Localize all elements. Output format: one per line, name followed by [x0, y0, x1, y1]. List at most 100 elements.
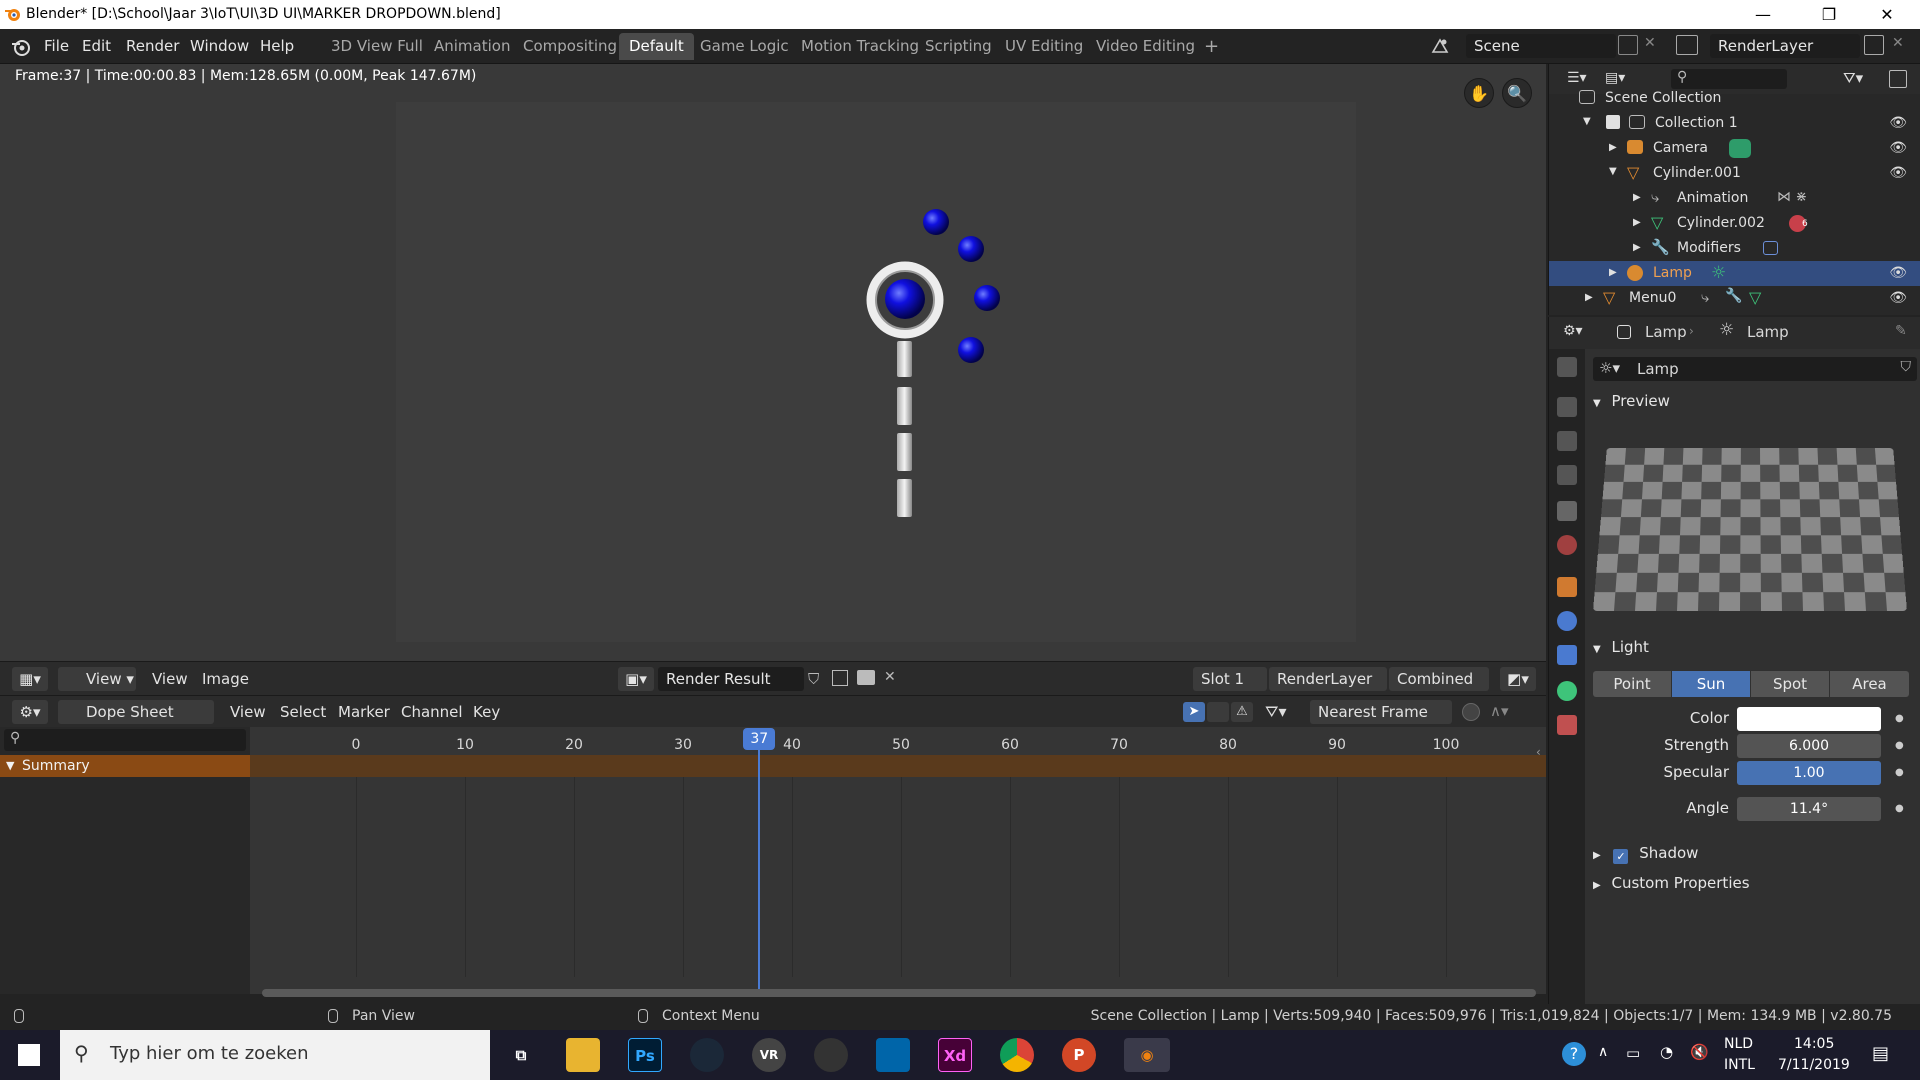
blender-taskbar-icon[interactable]: ◉	[1124, 1038, 1170, 1072]
shadow-checkbox[interactable]: ✓	[1613, 849, 1629, 864]
outliner-row-collection-1[interactable]: ▼ Collection 1 👁	[1549, 111, 1920, 136]
zoom-icon[interactable]: 🔍	[1502, 78, 1532, 108]
close-button[interactable]: ✕	[1858, 0, 1916, 29]
render-layer-selector[interactable]: RenderLayer	[1710, 34, 1860, 58]
dopesheet-body[interactable]: ⚲ ▼ Summary 0 10 20 30 40 50 60 70 80 90 100 37 ‹	[0, 727, 1546, 997]
vscode-icon[interactable]	[876, 1038, 910, 1072]
photoshop-icon[interactable]: Ps	[628, 1038, 662, 1072]
light-type-point[interactable]: Point	[1593, 671, 1671, 697]
sidebar-toggle-icon[interactable]: ‹	[1536, 745, 1541, 759]
keyframe-dot-icon[interactable]: ●	[1895, 803, 1904, 814]
only-errors-icon[interactable]: ⚠	[1231, 702, 1253, 722]
expand-arrow-icon[interactable]: ▶	[1585, 292, 1593, 303]
light-panel-header[interactable]: ▼ Light	[1593, 633, 1913, 661]
volume-muted-icon[interactable]: 🔇	[1690, 1043, 1709, 1061]
only-selected-icon[interactable]: ➤	[1183, 702, 1205, 722]
menu-help[interactable]: Help	[260, 37, 294, 55]
expand-arrow-icon[interactable]: ▶	[1633, 217, 1641, 228]
menu-render[interactable]: Render	[126, 37, 179, 55]
workspace-tab-compositing[interactable]: Compositing	[513, 33, 627, 60]
scene-tab-icon[interactable]	[1557, 501, 1577, 521]
render-viewport[interactable]: Frame:37 | Time:00:00.83 | Mem:128.65M (…	[0, 64, 1546, 661]
scene-selector[interactable]: Scene	[1466, 34, 1616, 58]
light-type-spot[interactable]: Spot	[1751, 671, 1829, 697]
windows-start-icon[interactable]	[18, 1044, 40, 1066]
expand-arrow-icon[interactable]: ▶	[1609, 142, 1617, 153]
workspace-tab-3d-view-full[interactable]: 3D View Full	[321, 33, 433, 60]
display-mode-icon[interactable]: ▤▾	[1605, 70, 1625, 86]
task-view-icon[interactable]: ⧉	[504, 1038, 538, 1072]
light-type-sun[interactable]: Sun	[1672, 671, 1750, 697]
fake-user-shield-icon[interactable]: ⛉	[1901, 359, 1912, 375]
outliner-row-animation[interactable]: ▶ ⤷ Animation ⋈ ⋇	[1549, 186, 1920, 211]
delete-scene-icon[interactable]: ✕	[1644, 35, 1656, 51]
preview-panel-header[interactable]: ▼ Preview	[1593, 387, 1913, 415]
blender-menu-icon[interactable]	[10, 36, 32, 58]
delete-view-layer-icon[interactable]: ✕	[1892, 35, 1904, 51]
clock-date[interactable]: 7/11/2019	[1778, 1057, 1850, 1073]
eye-icon[interactable]: 👁	[1889, 115, 1907, 131]
powerpoint-icon[interactable]: P	[1062, 1038, 1096, 1072]
image-browse-icon[interactable]: ▣▾	[618, 667, 654, 691]
adobe-xd-icon[interactable]: Xd	[938, 1038, 972, 1072]
menu-view[interactable]: View	[230, 703, 266, 721]
render-tab-icon[interactable]	[1557, 397, 1577, 417]
camera-data-icon[interactable]	[1729, 139, 1751, 158]
open-image-icon[interactable]	[857, 670, 875, 685]
outliner-row-cylinder-002[interactable]: ▶ ▽ Cylinder.002 6	[1549, 211, 1920, 236]
light-type-area[interactable]: Area	[1830, 671, 1909, 697]
unlink-image-icon[interactable]: ✕	[884, 669, 896, 685]
pin-icon[interactable]: ✎	[1895, 323, 1907, 339]
menu-image[interactable]: Image	[202, 670, 249, 688]
wrench-icon[interactable]: 🔧	[1725, 288, 1742, 304]
editor-type-icon[interactable]: ⚙▾	[12, 700, 48, 724]
network-icon[interactable]: ◔	[1660, 1043, 1673, 1061]
channel-search-input[interactable]: ⚲	[4, 729, 246, 751]
constraints-tab-icon[interactable]	[1557, 645, 1577, 665]
menu-channel[interactable]: Channel	[401, 703, 463, 721]
clock-time[interactable]: 14:05	[1794, 1036, 1834, 1052]
image-name-field[interactable]: Render Result	[658, 667, 804, 691]
sun-light-icon[interactable]: ☼	[1711, 263, 1726, 283]
fake-user-shield-icon[interactable]: ⛉	[808, 670, 819, 688]
expand-arrow-icon[interactable]: ▶	[1633, 192, 1641, 203]
menu-marker[interactable]: Marker	[338, 703, 390, 721]
shadow-panel-header[interactable]: ▶ ✓ Shadow	[1593, 839, 1913, 867]
snap-mode-selector[interactable]: Nearest Frame	[1310, 700, 1452, 724]
workspace-tab-default[interactable]: Default	[619, 33, 694, 60]
expand-arrow-icon[interactable]: ▼	[6, 755, 14, 777]
view-layer-icon[interactable]	[1676, 35, 1698, 55]
light-color-field[interactable]	[1737, 707, 1881, 731]
display-channels-icon[interactable]: ◩▾	[1500, 667, 1536, 691]
dopesheet-mode-selector[interactable]: Dope Sheet	[58, 700, 214, 724]
keyboard-layout-indicator[interactable]: INTL	[1724, 1057, 1755, 1073]
steamvr-icon[interactable]: VR	[752, 1038, 786, 1072]
menu-window[interactable]: Window	[190, 37, 249, 55]
editor-type-icon[interactable]: ☰▾	[1567, 70, 1587, 86]
view-mode-selector[interactable]: View ▾	[58, 667, 136, 691]
outliner-row-scene-collection[interactable]: Scene Collection	[1549, 86, 1920, 111]
render-result-canvas[interactable]	[396, 102, 1356, 642]
keyframe-dot-icon[interactable]: ●	[1895, 767, 1904, 778]
playhead-line[interactable]	[758, 739, 761, 991]
action-icon[interactable]: ⋈ ⋇	[1777, 189, 1807, 205]
workspace-tab-animation[interactable]: Animation	[424, 33, 520, 60]
animation-icon[interactable]: ⤷	[1701, 288, 1709, 306]
workspace-tab-video-editing[interactable]: Video Editing	[1086, 33, 1205, 60]
expand-arrow-icon[interactable]: ▼	[1583, 116, 1591, 127]
layer-selector[interactable]: RenderLayer	[1269, 667, 1387, 691]
mesh-data-icon[interactable]: ▽	[1749, 288, 1761, 307]
outliner-row-cylinder-001[interactable]: ▼ ▽ Cylinder.001 👁	[1549, 161, 1920, 186]
filter-icon[interactable]: ⛛▾	[1265, 702, 1286, 722]
expand-arrow-icon[interactable]: ▶	[1633, 242, 1641, 253]
keyframe-dot-icon[interactable]: ●	[1895, 713, 1904, 724]
output-tab-icon[interactable]	[1557, 431, 1577, 451]
eye-icon[interactable]: 👁	[1889, 290, 1907, 306]
strength-field[interactable]: 6.000	[1737, 734, 1881, 758]
angle-field[interactable]: 11.4°	[1737, 797, 1881, 821]
pan-hand-icon[interactable]: ✋	[1464, 78, 1494, 108]
outliner-row-lamp[interactable]: ▶ Lamp ☼ 👁	[1549, 261, 1920, 286]
eye-icon[interactable]: 👁	[1889, 165, 1907, 181]
notifications-icon[interactable]: ▤	[1872, 1043, 1889, 1064]
outliner-row-modifiers[interactable]: ▶ 🔧 Modifiers	[1549, 236, 1920, 261]
